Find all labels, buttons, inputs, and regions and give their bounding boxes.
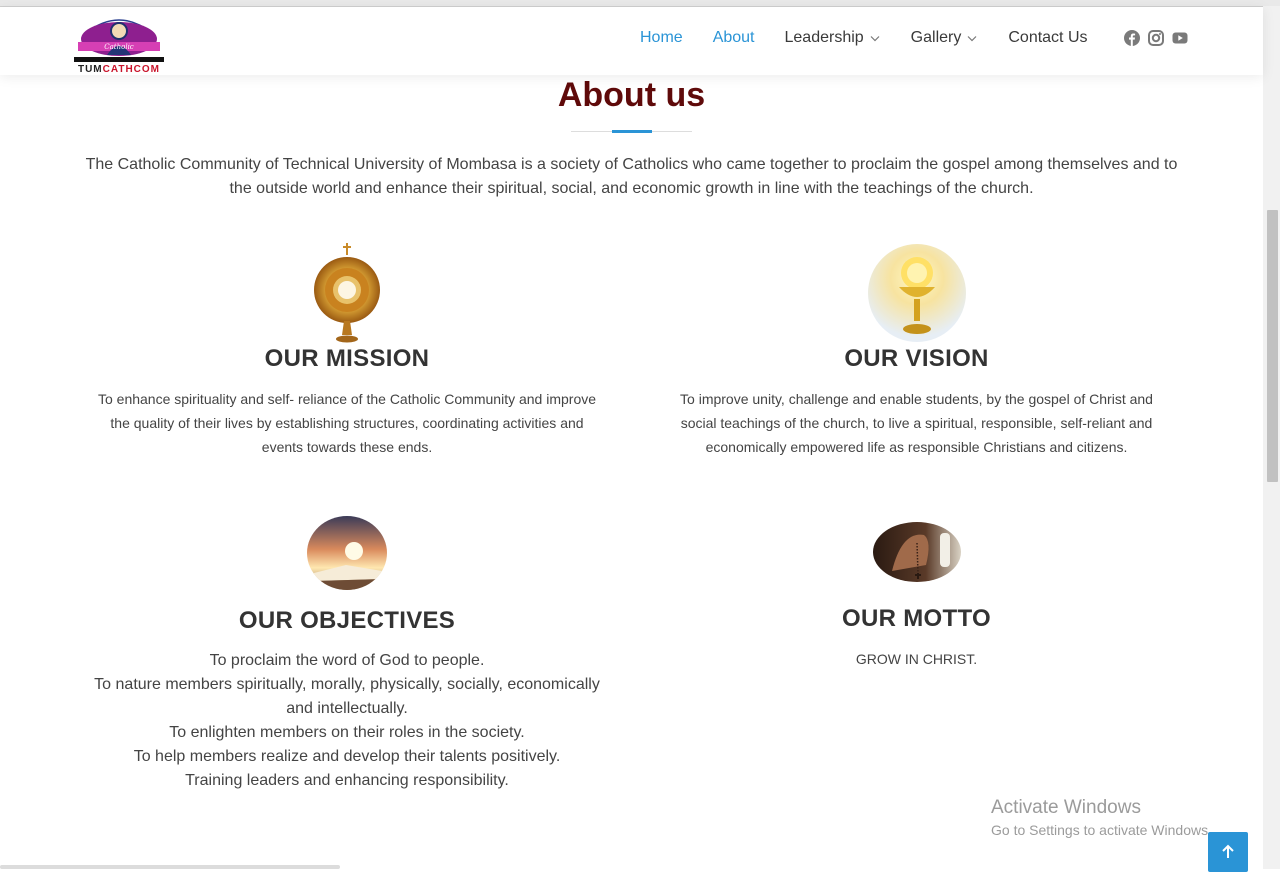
facebook-icon[interactable]	[1124, 30, 1140, 46]
scrollbar-thumb[interactable]	[1267, 210, 1278, 482]
nav-leadership[interactable]: Leadership	[785, 29, 881, 47]
main-nav: Home About Leadership Gallery Contact Us	[640, 29, 1118, 47]
objective-item: Training leaders and enhancing responsib…	[185, 772, 509, 789]
nav-gallery-label: Gallery	[910, 29, 962, 46]
nav-about[interactable]: About	[713, 29, 755, 47]
nav-home[interactable]: Home	[640, 29, 683, 47]
horizontal-scrollbar[interactable]	[0, 865, 340, 869]
social-links	[1124, 30, 1188, 46]
chevron-down-icon	[967, 36, 977, 42]
objective-item: To help members realize and develop thei…	[133, 748, 561, 765]
mission-text: To enhance spirituality and self- relian…	[97, 391, 597, 455]
arrow-up-icon	[1222, 844, 1234, 858]
vision-card: OUR VISION To improve unity, challenge a…	[676, 243, 1157, 459]
nav-contact-label: Contact Us	[1008, 29, 1088, 46]
back-to-top-button[interactable]	[1208, 832, 1248, 872]
rosary-hands-icon	[872, 522, 961, 582]
nav-home-label: Home	[640, 29, 683, 46]
browser-top-edge	[0, 0, 1280, 7]
watermark-title: Activate Windows	[991, 797, 1141, 818]
windows-activation-watermark: Activate Windows Go to Settings to activ…	[991, 797, 1212, 838]
instagram-icon[interactable]	[1148, 30, 1164, 46]
logo-emblem-icon: Catholic	[74, 19, 164, 62]
objectives-card: OUR OBJECTIVES To proclaim the word of G…	[92, 515, 602, 793]
objectives-heading: OUR OBJECTIVES	[238, 607, 456, 634]
objective-item: To enlighten members on their roles in t…	[169, 724, 525, 741]
bible-sunrise-icon	[307, 516, 387, 590]
nav-leadership-label: Leadership	[784, 29, 864, 46]
vertical-scrollbar[interactable]	[1263, 6, 1280, 869]
nav-about-label: About	[712, 29, 755, 46]
chevron-down-icon	[870, 36, 880, 42]
objectives-list: To proclaim the word of God to people. T…	[92, 649, 602, 793]
nav-gallery[interactable]: Gallery	[911, 29, 979, 47]
nav-contact[interactable]: Contact Us	[1008, 29, 1087, 47]
site-header: Catholic TUMCATHCOM Home About Leadershi…	[0, 7, 1263, 75]
mission-card: OUR MISSION To enhance spirituality and …	[92, 243, 602, 459]
chalice-icon	[867, 244, 966, 342]
page-title: About us	[557, 76, 706, 114]
monstrance-icon	[314, 243, 380, 343]
motto-card: OUR MOTTO GROW IN CHRIST.	[676, 521, 1157, 671]
objective-item: To nature members spiritually, morally, …	[94, 676, 600, 717]
svg-text:Catholic: Catholic	[104, 43, 134, 51]
site-logo[interactable]: Catholic TUMCATHCOM	[72, 13, 166, 75]
intro-paragraph: The Catholic Community of Technical Univ…	[85, 156, 1178, 197]
youtube-icon[interactable]	[1172, 30, 1188, 46]
logo-wordmark: TUMCATHCOM	[77, 64, 161, 75]
motto-heading: OUR MOTTO	[842, 605, 991, 632]
objective-item: To proclaim the word of God to people.	[209, 652, 485, 669]
vision-text: To improve unity, challenge and enable s…	[680, 391, 1153, 455]
mission-heading: OUR MISSION	[264, 345, 430, 372]
motto-text: GROW IN CHRIST.	[855, 651, 978, 667]
watermark-subtitle: Go to Settings to activate Windows.	[991, 822, 1212, 838]
vision-heading: OUR VISION	[844, 345, 989, 372]
title-divider-accent	[612, 130, 652, 133]
